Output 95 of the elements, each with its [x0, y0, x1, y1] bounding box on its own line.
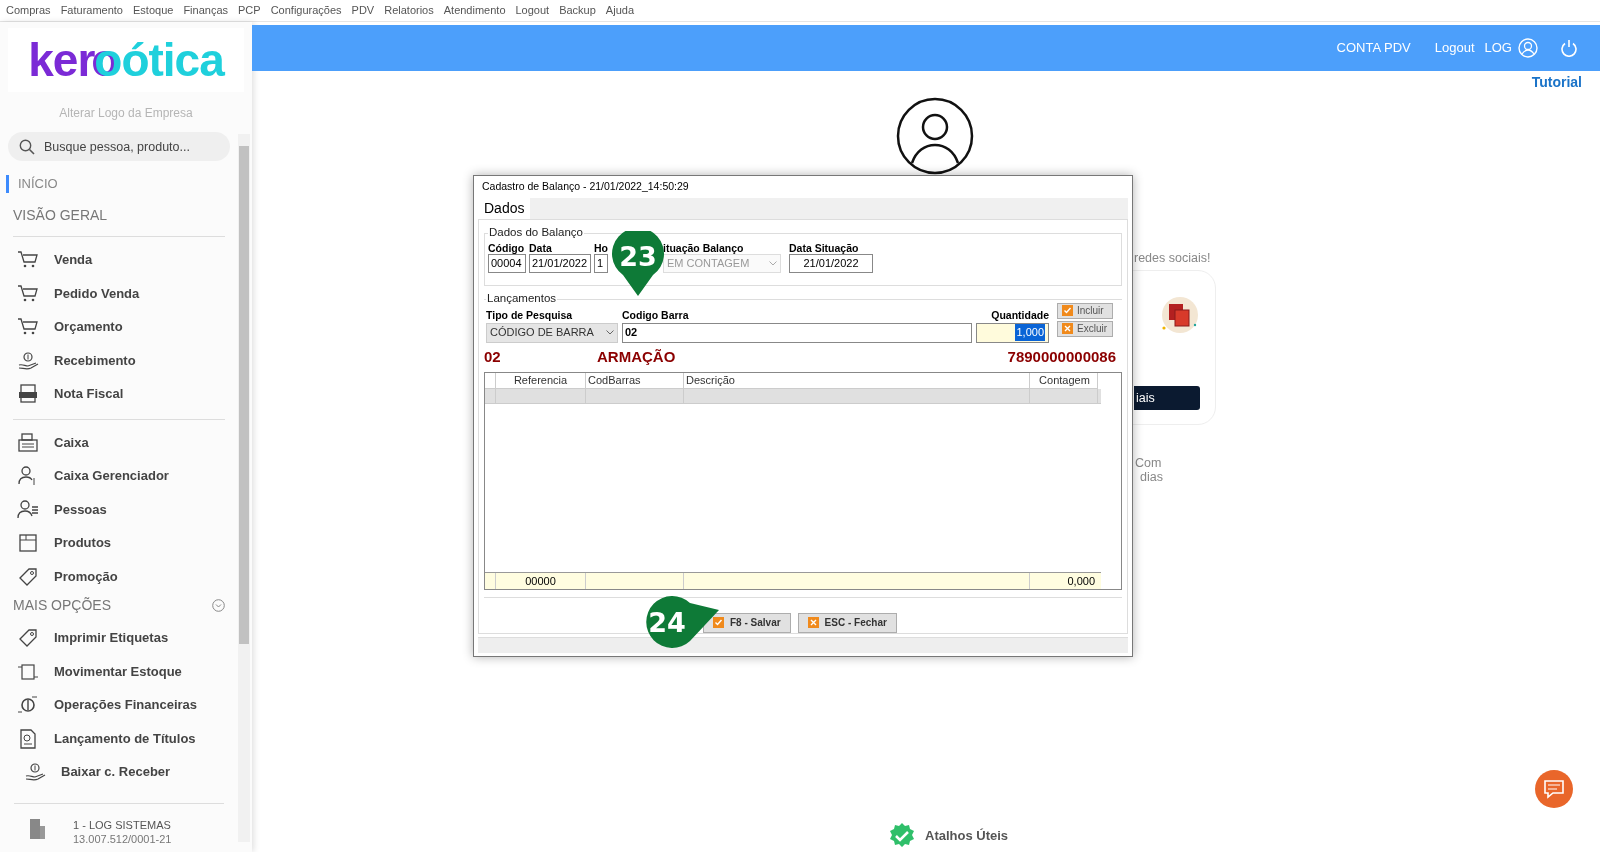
- sidebar-item[interactable]: Lançamento de Títulos: [0, 721, 238, 755]
- check-badge-icon: [888, 822, 916, 850]
- chat-icon: [1534, 769, 1574, 809]
- form-button[interactable]: Excluir: [1057, 320, 1113, 337]
- column-header[interactable]: Referencia: [496, 372, 586, 389]
- input-field[interactable]: 1,000: [976, 322, 1049, 343]
- field-label: ituação Balanço: [663, 241, 745, 254]
- sidebar-item[interactable]: Operações Financeiras: [0, 688, 238, 722]
- sidebar-item[interactable]: Venda: [0, 243, 238, 277]
- dropdown[interactable]: CÓDIGO DE BARRA: [486, 322, 618, 343]
- sidebar-item[interactable]: Nota Fiscal: [0, 377, 238, 411]
- sidebar-item[interactable]: Recebimento: [0, 343, 238, 377]
- sidebar-item[interactable]: Produtos: [0, 526, 238, 560]
- tab[interactable]: Dados: [478, 198, 531, 220]
- sidebar-item[interactable]: Pessoas: [0, 492, 238, 526]
- form-button[interactable]: ESC - Fechar: [797, 612, 897, 633]
- sidebar-item[interactable]: Promoção: [0, 559, 238, 593]
- sidebar-item[interactable]: Orçamento: [0, 310, 238, 344]
- group-title: Dados do Balanço: [488, 225, 584, 241]
- register-icon: [17, 431, 39, 453]
- field-label: Data Situação: [789, 241, 860, 254]
- people-icon: [17, 498, 39, 520]
- field-label: Ho: [594, 241, 608, 254]
- scrollbar[interactable]: [238, 134, 250, 842]
- table-cell: 00000: [496, 572, 586, 589]
- check-icon: [1062, 305, 1073, 317]
- menu-item[interactable]: PDV: [351, 2, 375, 19]
- note-text: Com: [1135, 456, 1163, 470]
- product-name: ARMAÇÃO: [597, 347, 677, 368]
- field-label: Código: [488, 241, 526, 254]
- menu-item[interactable]: Backup: [559, 2, 596, 19]
- menu-item[interactable]: Logout: [515, 2, 550, 19]
- hand-coin-icon: [17, 349, 39, 371]
- menu-item[interactable]: Ajuda: [605, 2, 634, 19]
- sidebar-item[interactable]: Caixa: [0, 425, 238, 459]
- social-text: redes sociais!: [1134, 250, 1211, 267]
- section-heading: MAIS OPÇÕES: [13, 595, 112, 615]
- input-field[interactable]: 1: [594, 253, 608, 273]
- menu-item[interactable]: Relatorios: [384, 2, 434, 19]
- input-field[interactable]: 00004: [488, 253, 526, 273]
- group-title: Lançamentos: [486, 291, 558, 307]
- cart-icon: [17, 282, 39, 304]
- field-label: Data: [529, 241, 553, 254]
- building-icon: [28, 817, 46, 840]
- tag-icon: [17, 565, 39, 587]
- menu-item[interactable]: Atendimento: [443, 2, 506, 19]
- chevron-down-icon: [212, 598, 225, 612]
- tag-icon: [17, 627, 39, 649]
- sidebar-item[interactable]: Imprimir Etiquetas: [0, 621, 238, 655]
- input-field[interactable]: 21/01/2022: [529, 253, 591, 273]
- check-icon: [713, 617, 724, 629]
- menu-item[interactable]: PCP: [238, 2, 261, 19]
- form-button[interactable]: Incluir: [1057, 302, 1113, 319]
- shortcuts-heading: Atalhos Úteis: [925, 827, 1009, 846]
- window-title: Cadastro de Balanço - 21/01/2022_14:50:29: [481, 179, 690, 195]
- column-header[interactable]: CodBarras: [586, 372, 684, 389]
- tutorial-link[interactable]: Tutorial: [1531, 72, 1582, 93]
- menu-item[interactable]: Finanças: [183, 2, 228, 19]
- field-label: Codigo Barra: [622, 307, 690, 322]
- menu-item[interactable]: Configurações: [270, 2, 342, 19]
- field-label: Tipo de Pesquisa: [486, 307, 574, 322]
- avatar-icon: [896, 97, 974, 175]
- sidebar-item[interactable]: Caixa Gerenciador: [0, 459, 238, 493]
- sidebar-item[interactable]: Movimentar Estoque: [0, 654, 238, 688]
- input-field[interactable]: 21/01/2022: [789, 253, 873, 273]
- product-barcode: 7890000000086: [1007, 347, 1117, 368]
- books-icon: [1160, 295, 1200, 335]
- caret-icon: [606, 330, 614, 336]
- section-heading: VISÃO GERAL: [13, 206, 109, 225]
- company-id: 13.007.512/0001-21: [73, 831, 172, 846]
- company-name: 1 - LOG SISTEMAS: [73, 817, 172, 832]
- hand-coin-icon: [24, 761, 46, 783]
- menu-item[interactable]: Compras: [6, 2, 51, 19]
- user-icon: [1518, 38, 1538, 58]
- search-icon: [19, 139, 35, 155]
- menu-item[interactable]: Estoque: [133, 2, 174, 19]
- sidebar-item[interactable]: Baixar c. Receber: [0, 755, 238, 789]
- note-text: dias: [1139, 470, 1163, 484]
- column-header[interactable]: Contagem: [1030, 372, 1098, 389]
- sidebar-item[interactable]: Pedido Venda: [0, 276, 238, 310]
- close-icon: [807, 617, 819, 629]
- form-button[interactable]: F8 - Salvar: [703, 612, 791, 633]
- input-field[interactable]: 02: [622, 322, 972, 343]
- search-field[interactable]: Busque pessoa, produto...: [8, 132, 230, 161]
- menu-item[interactable]: Faturamento: [60, 2, 123, 19]
- column-header[interactable]: Descrição: [684, 372, 1030, 389]
- logo: keroótica: [8, 28, 244, 92]
- field-label: Quantidade: [991, 307, 1049, 322]
- product-code: 02: [484, 347, 502, 368]
- card-button[interactable]: iais: [1134, 386, 1200, 410]
- close-icon: [1062, 323, 1073, 335]
- table-cell-text: 0,000: [1066, 573, 1096, 589]
- power-icon: [1560, 39, 1578, 57]
- box-icon: [17, 532, 39, 554]
- caret-icon: [769, 260, 777, 266]
